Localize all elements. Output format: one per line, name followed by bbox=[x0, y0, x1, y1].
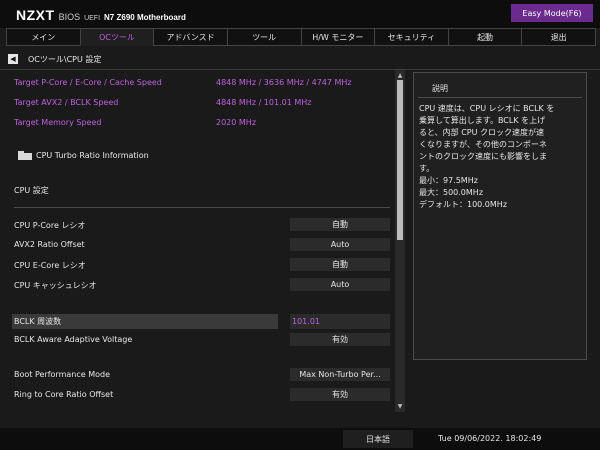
scroll-up-icon[interactable]: ▲ bbox=[396, 71, 404, 79]
datetime: Tue 09/06/2022. 18:02:49 bbox=[438, 434, 542, 443]
target-value: 4848 MHz / 101.01 MHz bbox=[216, 98, 312, 107]
section-title: CPU 設定 bbox=[14, 186, 49, 195]
brand-bios: BIOS bbox=[58, 12, 81, 22]
bclk-aware-voltage-select[interactable]: 有効 bbox=[290, 333, 390, 346]
tab-security[interactable]: セキュリティ bbox=[374, 28, 448, 46]
setting-label: CPU P-Core レシオ bbox=[14, 221, 86, 230]
setting-label: CPU キャッシュレシオ bbox=[14, 281, 97, 290]
help-divider bbox=[418, 97, 582, 98]
tab-exit[interactable]: 退出 bbox=[521, 28, 596, 46]
setting-label: Ring to Core Ratio Offset bbox=[14, 390, 114, 399]
easy-mode-button[interactable]: Easy Mode(F6) bbox=[511, 4, 593, 22]
boot-performance-mode-select[interactable]: Max Non-Turbo Per... bbox=[290, 368, 390, 381]
cpu-e-core-ratio-select[interactable]: 自動 bbox=[290, 258, 390, 271]
target-value: 2020 MHz bbox=[216, 118, 257, 127]
back-arrow-icon[interactable]: ◀ bbox=[8, 54, 18, 64]
brand: NZXT BIOS UEFI N7 Z690 Motherboard bbox=[16, 7, 186, 23]
target-label: Target Memory Speed bbox=[14, 118, 102, 127]
bclk-frequency-input[interactable]: 101.01 bbox=[290, 314, 390, 329]
tab-oc-tools[interactable]: OCツール bbox=[79, 28, 154, 46]
scrollbar-thumb[interactable] bbox=[397, 80, 403, 240]
tab-advanced[interactable]: アドバンスド bbox=[153, 28, 227, 46]
help-title: 説明 bbox=[432, 84, 448, 93]
setting-label: BCLK 周波数 bbox=[14, 317, 62, 326]
tab-hw-monitor[interactable]: H/W モニター bbox=[300, 28, 375, 46]
brand-logo: NZXT bbox=[16, 7, 55, 23]
breadcrumb: ◀ OCツール\CPU 設定 bbox=[8, 52, 101, 66]
divider bbox=[0, 69, 600, 70]
cpu-p-core-ratio-select[interactable]: 自動 bbox=[290, 218, 390, 231]
main-tabs: メイン OCツール アドバンスド ツール H/W モニター セキュリティ 起動 … bbox=[6, 28, 596, 46]
ring-core-ratio-offset-select[interactable]: 有効 bbox=[290, 388, 390, 401]
setting-label: AVX2 Ratio Offset bbox=[14, 240, 85, 249]
help-text: CPU 速度は、CPU レシオに BCLK を 乗算して算出します。BCLK を… bbox=[419, 104, 555, 209]
top-bar: NZXT BIOS UEFI N7 Z690 Motherboard Easy … bbox=[0, 0, 600, 28]
submenu-label: CPU Turbo Ratio Information bbox=[36, 151, 149, 160]
brand-uefi: UEFI bbox=[84, 15, 101, 22]
tab-tools[interactable]: ツール bbox=[226, 28, 301, 46]
cpu-turbo-ratio-submenu[interactable]: CPU Turbo Ratio Information bbox=[18, 151, 149, 160]
scroll-down-icon[interactable]: ▼ bbox=[396, 402, 404, 410]
target-label: Target AVX2 / BCLK Speed bbox=[14, 98, 119, 107]
tab-boot[interactable]: 起動 bbox=[447, 28, 522, 46]
setting-label: BCLK Aware Adaptive Voltage bbox=[14, 335, 133, 344]
language-button[interactable]: 日本語 bbox=[343, 430, 413, 448]
folder-icon bbox=[18, 151, 32, 160]
setting-label: CPU E-Core レシオ bbox=[14, 261, 86, 270]
section-divider bbox=[14, 207, 390, 208]
setting-label: Boot Performance Mode bbox=[14, 370, 110, 379]
cpu-cache-ratio-select[interactable]: Auto bbox=[290, 278, 390, 291]
breadcrumb-text: OCツール\CPU 設定 bbox=[28, 54, 102, 64]
help-panel: 説明 CPU 速度は、CPU レシオに BCLK を 乗算して算出します。BCL… bbox=[413, 72, 587, 360]
target-label: Target P-Core / E-Core / Cache Speed bbox=[14, 78, 162, 87]
tab-main[interactable]: メイン bbox=[6, 28, 80, 46]
avx2-ratio-offset-select[interactable]: Auto bbox=[290, 238, 390, 251]
brand-model: N7 Z690 Motherboard bbox=[104, 13, 186, 22]
target-value: 4848 MHz / 3636 MHz / 4747 MHz bbox=[216, 78, 352, 87]
